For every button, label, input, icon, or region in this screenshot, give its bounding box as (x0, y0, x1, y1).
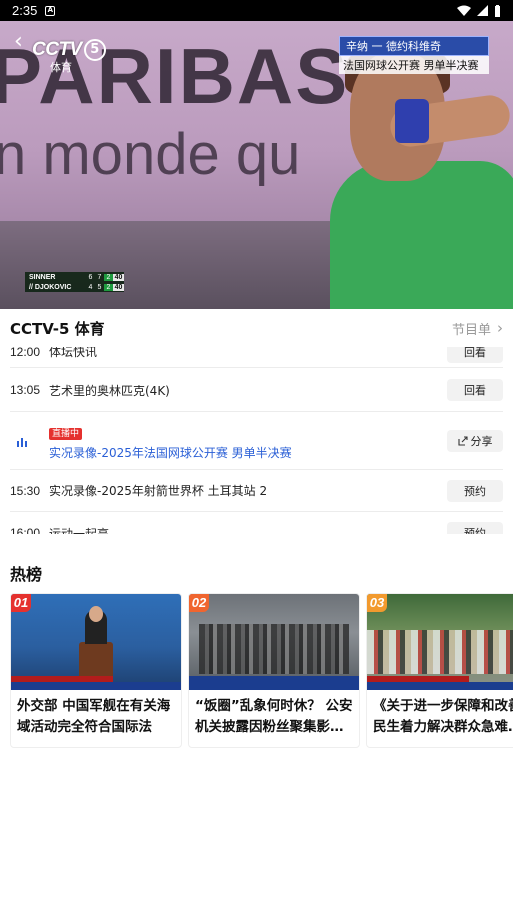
channel-logo: CCTV 5 体育 (32, 39, 106, 75)
schedule-link-label: 节目单 (451, 322, 491, 338)
clock: 2:35 (12, 3, 38, 18)
rank-badge: 02 (189, 594, 209, 612)
video-player[interactable]: PARIBAS n monde qu ‹ CCTV 5 体育 辛纳 一 德约科维奇… (0, 21, 513, 309)
reserve-button[interactable]: 预约 (447, 522, 503, 534)
set-score: 4 (88, 283, 93, 291)
status-icons (457, 4, 501, 17)
wifi-icon (457, 5, 471, 16)
news-ticker (11, 682, 181, 690)
crowd (367, 630, 513, 674)
program-time: 13:05 (10, 383, 41, 397)
news-title: 《关于进一步保障和改善民生着力解决群众急难… (373, 698, 513, 735)
scoreboard-row: SINNER 6 7 2 40 (25, 272, 124, 282)
notification-icon: A (45, 5, 56, 16)
hot-list-title: 热榜 (10, 565, 43, 584)
program-time: 12:00 (10, 347, 41, 359)
news-ticker (367, 682, 513, 690)
program-title: 实况录像-2025年法国网球公开赛 男单半决赛 (49, 445, 292, 460)
back-icon[interactable]: ‹ (14, 31, 34, 55)
news-card[interactable]: 01 外交部 中国军舰在有关海域活动完全符合国际法 (10, 593, 182, 748)
logo-brand: CCTV (32, 39, 82, 60)
match-caption: 辛纳 一 德约科维奇 法国网球公开赛 男单半决赛 (339, 36, 489, 74)
news-thumbnail: 03 (367, 594, 513, 690)
schedule-link[interactable]: 节目单 › (452, 319, 503, 338)
rank-badge: 01 (11, 594, 31, 612)
channel-header: CCTV-5 体育 节目单 › (0, 309, 513, 347)
current-set-score: 2 (104, 283, 113, 291)
game-points: 40 (113, 273, 124, 281)
program-row[interactable]: 13:05 艺术里的奥林匹克(4K) 回看 (10, 369, 503, 412)
program-row[interactable]: 15:30 实况录像-2025年射箭世界杯 土耳其站 2 预约 (10, 470, 503, 512)
battery-icon (495, 4, 500, 17)
program-row[interactable]: 16:00 运动一起亮 预约 (10, 512, 503, 534)
caption-event: 法国网球公开赛 男单半决赛 (339, 56, 489, 74)
share-button-label: 分享 (470, 434, 493, 448)
status-bar: 2:35 A (0, 0, 513, 21)
caption-players: 辛纳 一 德约科维奇 (339, 36, 489, 56)
podium (79, 642, 113, 680)
live-badge: 直播中 (49, 427, 83, 440)
speaker-face (89, 606, 103, 622)
crowd (199, 624, 349, 674)
signal-icon (477, 5, 488, 16)
current-set-score: 2 (104, 273, 113, 281)
program-time: 16:00 (10, 526, 41, 534)
program-title: 艺术里的奥林匹克(4K) (49, 383, 170, 398)
chevron-right-icon: › (497, 319, 503, 337)
replay-button[interactable]: 回看 (447, 379, 503, 401)
news-ticker (189, 682, 359, 690)
news-title: “饭圈”乱象何时休？ 公安机关披露因粉丝聚集影… (195, 698, 353, 735)
news-thumbnail: 02 (189, 594, 359, 690)
share-button[interactable]: 分享 (447, 429, 503, 452)
program-schedule[interactable]: 12:00 体坛快讯 回看 13:05 艺术里的奥林匹克(4K) 回看 直播中 … (10, 347, 503, 534)
share-icon (457, 435, 468, 446)
channel-title: CCTV-5 体育 (10, 319, 105, 338)
game-points: 40 (113, 283, 124, 291)
program-title: 体坛快讯 (49, 347, 98, 359)
program-row-live[interactable]: 直播中 实况录像-2025年法国网球公开赛 男单半决赛 分享 (10, 412, 503, 470)
background-banner-text: n monde qu (0, 122, 301, 187)
player-name: SINNER (29, 273, 56, 281)
news-title: 外交部 中国军舰在有关海域活动完全符合国际法 (17, 698, 171, 735)
program-title: 实况录像-2025年射箭世界杯 土耳其站 2 (49, 484, 268, 498)
program-title: 运动一起亮 (49, 526, 110, 535)
news-card[interactable]: 03 《关于进一步保障和改善民生着力解决群众急难… (366, 593, 513, 748)
scoreboard: SINNER 6 7 2 40 // DJOKOVIC 4 5 2 40 (25, 272, 124, 292)
logo-number: 5 (83, 39, 106, 61)
replay-button[interactable]: 回看 (447, 347, 503, 363)
rank-badge: 03 (367, 594, 387, 612)
set-score: 6 (88, 273, 93, 281)
player-name: // DJOKOVIC (29, 283, 72, 291)
live-program-info: 直播中 实况录像-2025年法国网球公开赛 男单半决赛 (49, 421, 447, 461)
reserve-button[interactable]: 预约 (447, 479, 503, 502)
player-wristband (395, 99, 429, 143)
news-card[interactable]: 02 “饭圈”乱象何时休？ 公安机关披露因粉丝聚集影… (188, 593, 360, 748)
set-score: 7 (97, 273, 102, 281)
program-time: 15:30 (10, 483, 41, 498)
news-thumbnail: 01 (11, 594, 181, 690)
program-row[interactable]: 12:00 体坛快讯 回看 (10, 347, 503, 368)
player-shirt (330, 161, 513, 309)
hot-list-cards[interactable]: 01 外交部 中国军舰在有关海域活动完全符合国际法 02 “饭圈”乱象何时休？ … (10, 593, 513, 750)
set-score: 5 (97, 283, 102, 291)
logo-subtitle: 体育 (50, 61, 72, 74)
live-bars-icon (10, 435, 49, 447)
scoreboard-row: // DJOKOVIC 4 5 2 40 (25, 282, 124, 292)
